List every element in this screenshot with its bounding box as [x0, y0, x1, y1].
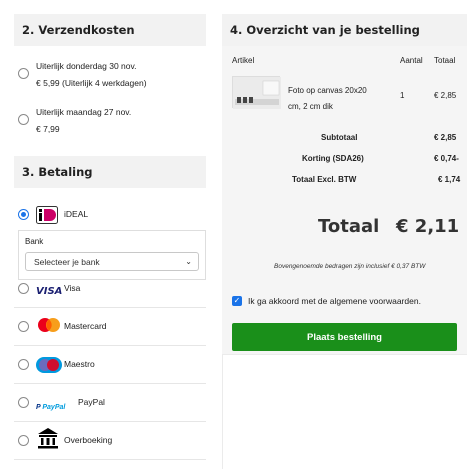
discount-value: € 0,74- [434, 154, 459, 163]
bank-building-icon [36, 428, 60, 449]
ideal-logo-icon [36, 205, 58, 225]
payment-section-title: 3. Betaling [14, 156, 206, 188]
shipping-option-1-line2: € 5,99 (Uiterlijk 4 werkdagen) [36, 78, 147, 88]
paypal-label: PayPal [78, 397, 105, 407]
product-name-line2: cm, 2 cm dik [288, 102, 333, 111]
terms-checkbox[interactable]: ✓ [232, 296, 242, 306]
transfer-label: Overboeking [64, 435, 113, 445]
product-total: € 2,85 [434, 91, 457, 100]
payment-method-maestro[interactable]: Maestro [14, 346, 206, 384]
column-header-total: Totaal [434, 56, 456, 65]
grand-total-label: Totaal [318, 216, 380, 237]
subtotal-label: Subtotaal [321, 133, 358, 142]
subtotal-value: € 2,85 [434, 133, 457, 142]
paypal-radio[interactable] [18, 397, 29, 408]
maestro-radio[interactable] [18, 359, 29, 370]
excl-vat-label: Totaal Excl. BTW [292, 175, 357, 184]
left-column: 2. Verzendkosten Uiterlijk donderdag 30 … [14, 14, 206, 460]
payment-method-transfer[interactable]: Overboeking [14, 422, 206, 460]
maestro-logo-icon [36, 355, 62, 375]
shipping-option-1-line1: Uiterlijk donderdag 30 nov. [36, 61, 137, 71]
bank-select-value: Selecteer je bank [34, 256, 100, 267]
excl-vat-value: € 1,74 [438, 175, 461, 184]
terms-agreement[interactable]: ✓ Ik ga akkoord met de algemene voorwaar… [232, 296, 421, 306]
shipping-option-1[interactable]: Uiterlijk donderdag 30 nov. € 5,99 (Uite… [14, 58, 206, 92]
payment-method-visa[interactable]: VISA Visa [14, 270, 206, 308]
grand-total-value: € 2,11 [396, 216, 460, 237]
visa-label: Visa [64, 283, 81, 293]
payment-method-ideal[interactable]: iDEAL [14, 196, 206, 234]
discount-label: Korting (SDA26) [302, 154, 364, 163]
product-name-line1: Foto op canvas 20x20 [288, 86, 367, 95]
column-header-article: Artikel [232, 56, 255, 65]
vat-note: Bovengenoemde bedragen zijn inclusief € … [274, 263, 426, 270]
mastercard-label: Mastercard [64, 321, 107, 331]
right-column-border [222, 354, 223, 469]
payment-method-paypal[interactable]: P PayPal PayPal [14, 384, 206, 422]
shipping-option-2-line2: € 7,99 [36, 124, 60, 134]
place-order-button[interactable]: Plaats bestelling [232, 323, 457, 351]
ideal-radio[interactable] [18, 209, 29, 220]
mastercard-logo-icon [36, 317, 62, 337]
paypal-logo-icon: P PayPal [36, 403, 66, 411]
shipping-section-title: 2. Verzendkosten [14, 14, 206, 46]
shipping-option-2[interactable]: Uiterlijk maandag 27 nov. € 7,99 [14, 104, 206, 138]
shipping-option-1-radio[interactable] [18, 68, 29, 79]
visa-logo-icon: VISA [36, 285, 63, 297]
transfer-radio[interactable] [18, 435, 29, 446]
summary-section-title: 4. Overzicht van je bestelling [222, 14, 467, 46]
terms-label: Ik ga akkoord met de algemene voorwaarde… [248, 296, 421, 306]
shipping-option-2-radio[interactable] [18, 114, 29, 125]
visa-radio[interactable] [18, 283, 29, 294]
product-qty: 1 [400, 91, 405, 100]
product-thumbnail [232, 76, 281, 109]
product-name: Foto op canvas 20x20 cm, 2 cm dik [288, 83, 367, 115]
ideal-label: iDEAL [64, 209, 89, 219]
chevron-down-icon: ⌄ [185, 257, 192, 266]
payment-method-mastercard[interactable]: Mastercard [14, 308, 206, 346]
right-column: 4. Overzicht van je bestelling Artikel A… [222, 14, 467, 354]
bank-label: Bank [25, 237, 44, 246]
column-header-qty: Aantal [400, 56, 423, 65]
mastercard-radio[interactable] [18, 321, 29, 332]
order-summary-panel: Artikel Aantal Totaal Foto op canvas 20x… [222, 46, 467, 354]
maestro-label: Maestro [64, 359, 95, 369]
bank-select[interactable]: Selecteer je bank ⌄ [25, 252, 199, 271]
shipping-option-2-line1: Uiterlijk maandag 27 nov. [36, 107, 132, 117]
summary-bottom-divider [222, 354, 467, 355]
